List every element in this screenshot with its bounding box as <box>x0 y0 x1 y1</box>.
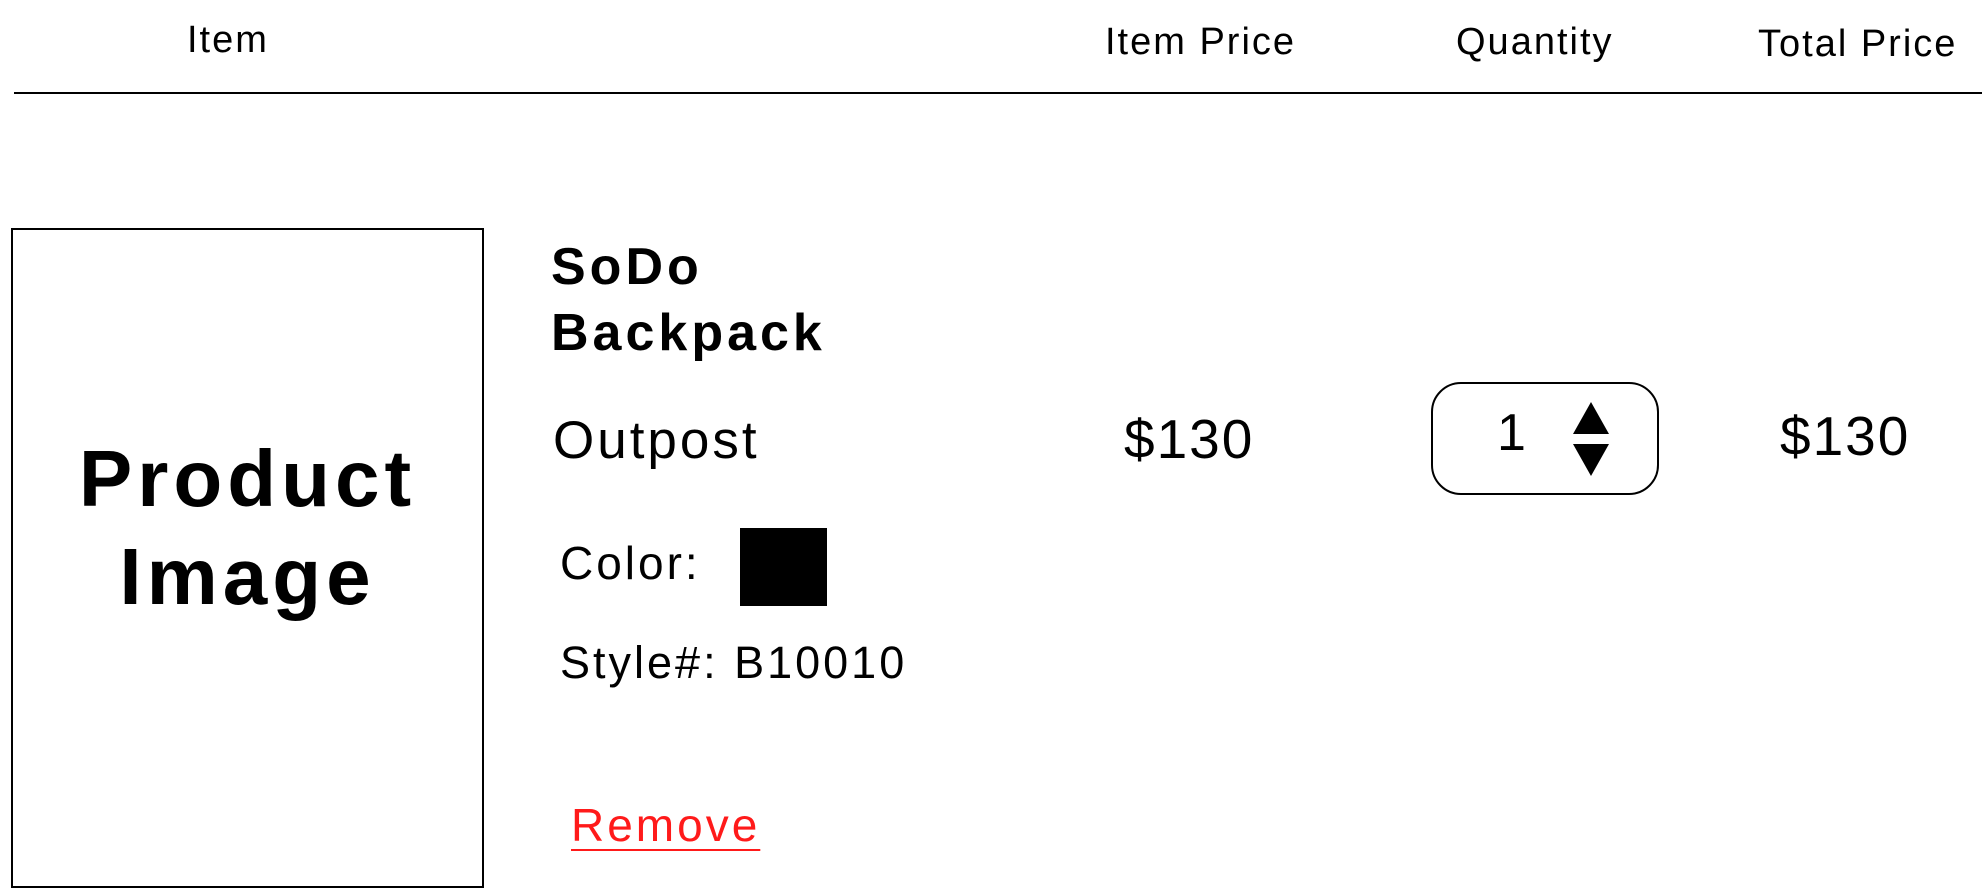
product-image-placeholder: Product Image <box>11 228 484 888</box>
color-label: Color: <box>560 537 701 589</box>
product-brand: Outpost <box>553 411 760 470</box>
triangle-up-icon[interactable] <box>1573 402 1609 434</box>
quantity-value[interactable]: 1 <box>1497 407 1526 459</box>
style-number: Style#: B10010 <box>560 637 908 688</box>
triangle-down-icon[interactable] <box>1573 444 1609 476</box>
quantity-stepper[interactable]: 1 <box>1431 382 1659 495</box>
column-header-item-price: Item Price <box>1105 21 1297 63</box>
quantity-arrows <box>1573 398 1613 478</box>
color-swatch <box>740 528 827 606</box>
remove-link[interactable]: Remove <box>571 802 760 848</box>
header-divider <box>14 92 1982 94</box>
column-header-item: Item <box>187 19 269 61</box>
item-price: $130 <box>1124 408 1255 470</box>
column-header-total-price: Total Price <box>1758 23 1958 65</box>
product-image-label: Product Image <box>78 434 417 621</box>
total-price: $130 <box>1780 405 1911 467</box>
product-name: SoDo Backpack <box>551 238 826 362</box>
column-header-quantity: Quantity <box>1456 21 1614 63</box>
